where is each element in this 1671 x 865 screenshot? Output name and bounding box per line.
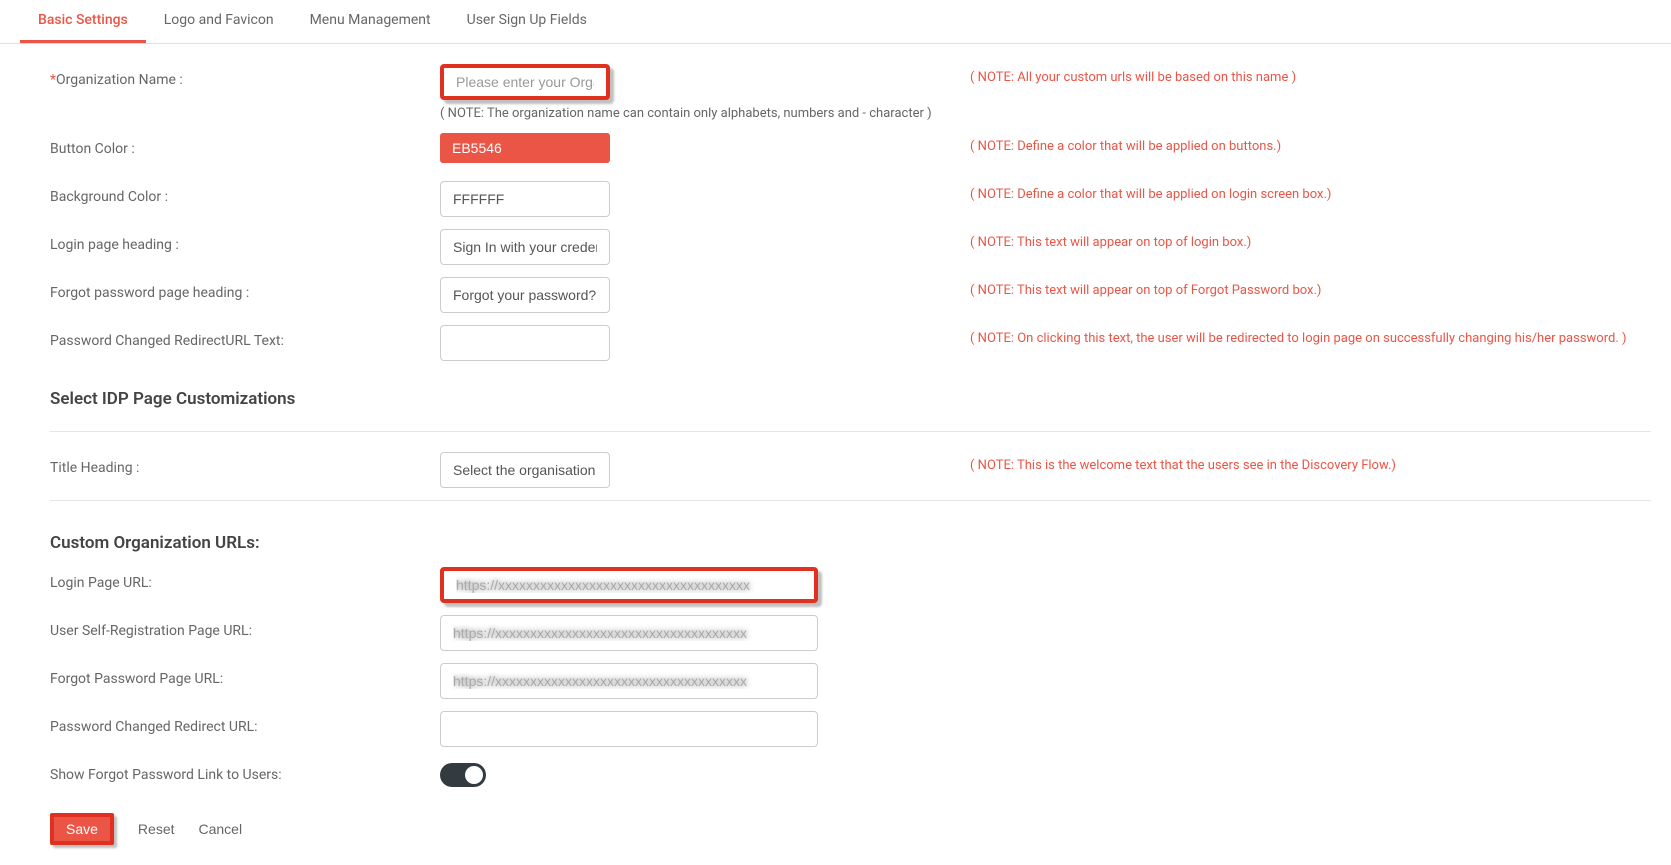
title-heading-input[interactable]: [440, 452, 610, 488]
self-reg-url-input[interactable]: [440, 615, 818, 651]
content-area: *Organization Name : ( NOTE: The organiz…: [0, 44, 1671, 865]
toggle-knob: [465, 766, 483, 784]
label-org-name: *Organization Name :: [50, 64, 440, 88]
org-name-input[interactable]: [440, 64, 610, 100]
pwd-redirect-url-input[interactable]: [440, 711, 818, 747]
label-forgot-url: Forgot Password Page URL:: [50, 663, 440, 687]
label-title-heading: Title Heading :: [50, 452, 440, 476]
input-col-show-forgot: [440, 759, 970, 791]
section-urls-heading: Custom Organization URLs:: [50, 533, 1651, 553]
label-login-url: Login Page URL:: [50, 567, 440, 591]
note-pwd-redirect-text: ( NOTE: On clicking this text, the user …: [970, 325, 1651, 346]
row-forgot-url: Forgot Password Page URL:: [50, 663, 1651, 699]
label-show-forgot: Show Forgot Password Link to Users:: [50, 759, 440, 783]
action-bar: Save Reset Cancel: [50, 813, 1651, 845]
forgot-heading-input[interactable]: [440, 277, 610, 313]
row-login-url: Login Page URL:: [50, 567, 1651, 603]
tab-user-signup-fields[interactable]: User Sign Up Fields: [449, 0, 605, 43]
note-forgot-heading: ( NOTE: This text will appear on top of …: [970, 277, 1651, 298]
row-pwd-redirect-text: Password Changed RedirectURL Text: ( NOT…: [50, 325, 1651, 361]
tab-menu-management[interactable]: Menu Management: [292, 0, 449, 43]
label-self-reg-url: User Self-Registration Page URL:: [50, 615, 440, 639]
input-col-self-reg-url: [440, 615, 970, 651]
row-login-heading: Login page heading : ( NOTE: This text w…: [50, 229, 1651, 265]
pwd-redirect-text-input[interactable]: [440, 325, 610, 361]
login-url-input[interactable]: [440, 567, 818, 603]
label-button-color: Button Color :: [50, 133, 440, 157]
label-forgot-heading: Forgot password page heading :: [50, 277, 440, 301]
label-pwd-redirect-url: Password Changed Redirect URL:: [50, 711, 440, 735]
input-col-forgot-url: [440, 663, 970, 699]
bg-color-input[interactable]: [440, 181, 610, 217]
input-col-login-url: [440, 567, 970, 603]
label-pwd-redirect-text: Password Changed RedirectURL Text:: [50, 325, 440, 349]
save-button[interactable]: Save: [50, 813, 114, 845]
note-button-color: ( NOTE: Define a color that will be appl…: [970, 133, 1651, 154]
input-col-forgot-heading: [440, 277, 970, 313]
button-color-picker[interactable]: EB5546: [440, 133, 610, 163]
row-bg-color: Background Color : ( NOTE: Define a colo…: [50, 181, 1651, 217]
note-org-name: ( NOTE: All your custom urls will be bas…: [970, 64, 1651, 85]
note-bg-color: ( NOTE: Define a color that will be appl…: [970, 181, 1651, 202]
tab-bar: Basic Settings Logo and Favicon Menu Man…: [0, 0, 1671, 44]
cancel-button[interactable]: Cancel: [199, 821, 243, 837]
row-show-forgot: Show Forgot Password Link to Users:: [50, 759, 1651, 795]
note-title-heading: ( NOTE: This is the welcome text that th…: [970, 452, 1651, 473]
input-col-button-color: EB5546: [440, 133, 970, 163]
reset-button[interactable]: Reset: [138, 821, 175, 837]
row-org-name: *Organization Name : ( NOTE: The organiz…: [50, 64, 1651, 121]
input-col-org-name: ( NOTE: The organization name can contai…: [440, 64, 970, 121]
org-name-subnote: ( NOTE: The organization name can contai…: [440, 106, 970, 121]
row-title-heading: Title Heading : ( NOTE: This is the welc…: [50, 452, 1651, 488]
tab-logo-favicon[interactable]: Logo and Favicon: [146, 0, 292, 43]
section-idp-heading: Select IDP Page Customizations: [50, 389, 1651, 432]
login-heading-input[interactable]: [440, 229, 610, 265]
note-login-heading: ( NOTE: This text will appear on top of …: [970, 229, 1651, 250]
input-col-login-heading: [440, 229, 970, 265]
row-button-color: Button Color : EB5546 ( NOTE: Define a c…: [50, 133, 1651, 169]
show-forgot-toggle[interactable]: [440, 763, 486, 787]
input-col-bg-color: [440, 181, 970, 217]
input-col-pwd-redirect-url: [440, 711, 970, 747]
row-pwd-redirect-url: Password Changed Redirect URL:: [50, 711, 1651, 747]
tab-basic-settings[interactable]: Basic Settings: [20, 0, 146, 43]
label-bg-color: Background Color :: [50, 181, 440, 205]
label-login-heading: Login page heading :: [50, 229, 440, 253]
input-col-title-heading: [440, 452, 970, 488]
row-forgot-heading: Forgot password page heading : ( NOTE: T…: [50, 277, 1651, 313]
row-self-reg-url: User Self-Registration Page URL:: [50, 615, 1651, 651]
input-col-pwd-redirect-text: [440, 325, 970, 361]
forgot-url-input[interactable]: [440, 663, 818, 699]
